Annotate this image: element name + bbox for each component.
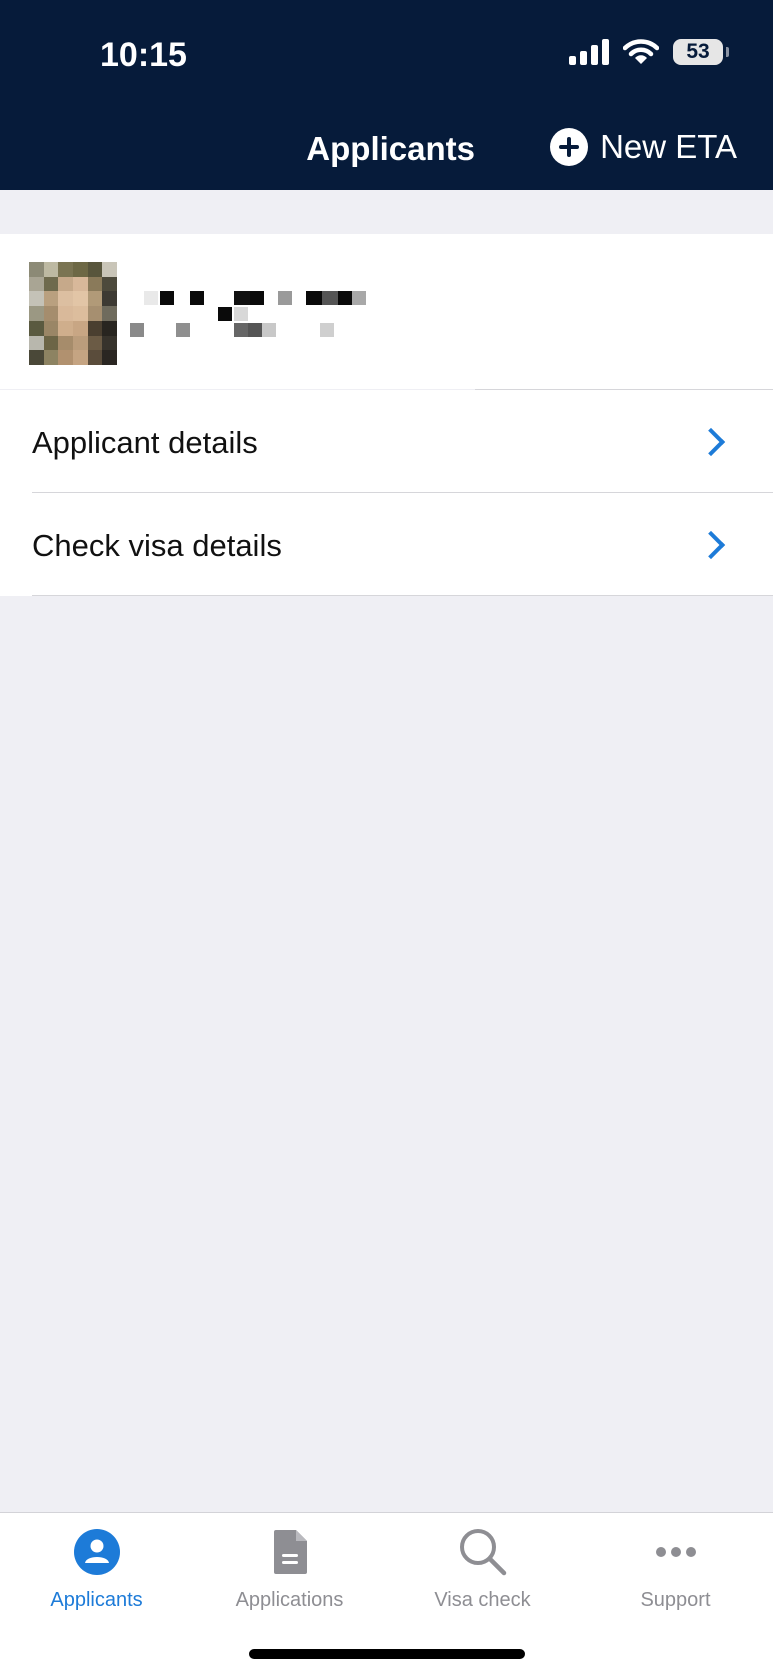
search-icon	[386, 1527, 579, 1577]
tab-support[interactable]: Support	[579, 1527, 772, 1612]
home-indicator	[249, 1649, 525, 1659]
check-visa-details-label: Check visa details	[32, 528, 282, 563]
status-icons: 53	[569, 38, 729, 66]
plus-circle-icon	[550, 128, 589, 166]
applicant-profile	[0, 234, 773, 390]
more-icon	[579, 1527, 772, 1577]
tab-visa-check-label: Visa check	[434, 1589, 531, 1611]
nav-header: 10:15 53 Applicants New ETA	[0, 0, 773, 190]
battery-icon: 53	[673, 39, 729, 65]
person-icon	[0, 1527, 193, 1577]
avatar	[29, 262, 117, 365]
tab-support-label: Support	[640, 1589, 711, 1611]
tab-applicants[interactable]: Applicants	[0, 1527, 193, 1612]
new-eta-button[interactable]: New ETA	[550, 128, 737, 166]
battery-level: 53	[686, 40, 710, 63]
tab-visa-check[interactable]: Visa check	[386, 1527, 579, 1612]
wifi-icon	[623, 39, 659, 64]
tab-applicants-label: Applicants	[50, 1589, 143, 1611]
chevron-right-icon	[696, 530, 726, 560]
applicant-details-row[interactable]: Applicant details	[0, 390, 773, 493]
signal-icon	[569, 39, 609, 65]
divider	[32, 595, 773, 596]
tab-applications[interactable]: Applications	[193, 1527, 386, 1612]
status-time: 10:15	[100, 36, 187, 74]
page-title: Applicants	[306, 130, 475, 167]
chevron-right-icon	[696, 427, 726, 457]
tab-applications-label: Applications	[235, 1589, 344, 1611]
document-icon	[193, 1527, 386, 1577]
check-visa-details-row[interactable]: Check visa details	[0, 493, 773, 596]
new-eta-label: New ETA	[600, 128, 737, 165]
applicant-details-label: Applicant details	[32, 425, 258, 460]
applicant-name-redacted	[130, 291, 370, 343]
